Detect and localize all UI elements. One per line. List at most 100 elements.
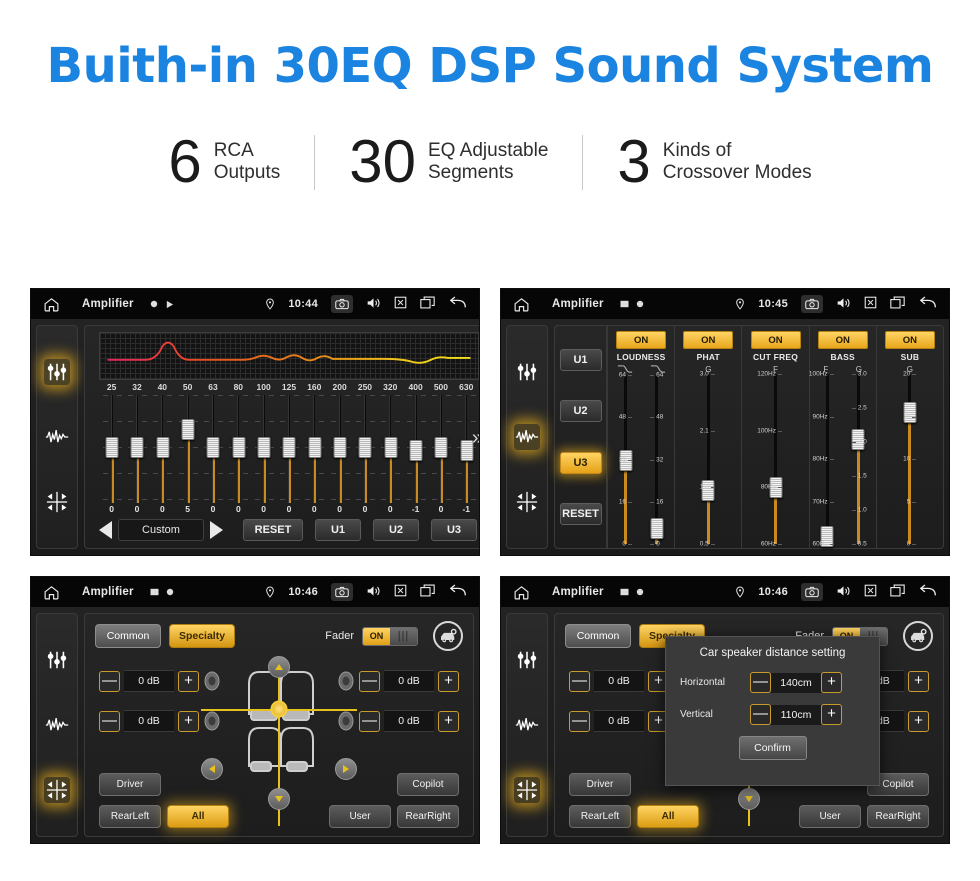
volume-icon[interactable] <box>836 584 851 601</box>
gain-minus-rear-left[interactable]: — <box>99 710 120 732</box>
eq-slider-bank[interactable] <box>99 395 479 503</box>
close-box-icon[interactable] <box>864 296 877 312</box>
eq-slider[interactable] <box>99 395 124 503</box>
back-arrow-icon[interactable] <box>918 295 937 313</box>
eq-slider[interactable] <box>352 395 377 503</box>
reset-button[interactable]: RESET <box>243 519 303 541</box>
position-preset-rearleft[interactable]: RearLeft <box>99 805 161 828</box>
eq-slider-knob[interactable] <box>181 418 195 440</box>
eq-slider[interactable] <box>175 395 200 503</box>
gain-minus-front-right[interactable]: — <box>359 670 380 692</box>
chevron-right-icon[interactable]: » <box>472 428 479 448</box>
position-preset-rearright[interactable]: RearRight <box>397 805 459 828</box>
eq-slider[interactable] <box>428 395 453 503</box>
gain-plus-rear-left[interactable]: + <box>178 710 199 732</box>
eq-slider[interactable] <box>226 395 251 503</box>
effect-toggle-bass[interactable]: ON <box>817 331 868 349</box>
next-preset-button[interactable] <box>210 521 223 539</box>
vertical-plus-button[interactable]: + <box>821 704 842 725</box>
equalizer-icon[interactable] <box>44 359 70 386</box>
gain-minus-front-left[interactable]: — <box>99 670 120 692</box>
move-up-button[interactable] <box>268 656 290 678</box>
balance-icon[interactable] <box>514 776 540 803</box>
effects-preset-u2-button[interactable]: U2 <box>559 400 602 423</box>
fader-bass-1[interactable]: 3.0 2.5 2.0 1.5 1.0 0.5 <box>843 371 873 548</box>
eq-slider[interactable] <box>251 395 276 503</box>
camera-icon[interactable] <box>801 295 823 313</box>
eq-slider[interactable] <box>378 395 403 503</box>
back-arrow-icon[interactable] <box>448 583 467 601</box>
eq-slider[interactable] <box>403 395 428 503</box>
effect-toggle-sub[interactable]: ON <box>884 331 935 349</box>
vertical-minus-button[interactable]: — <box>750 704 771 725</box>
home-icon[interactable] <box>513 584 530 601</box>
eq-slider-knob[interactable] <box>232 436 246 458</box>
eq-slider[interactable] <box>327 395 352 503</box>
eq-slider-knob[interactable] <box>358 436 372 458</box>
eq-slider-knob[interactable] <box>434 436 448 458</box>
fader-loudness-0[interactable]: 64 48 32 16 0 <box>611 372 641 548</box>
fader-toggle[interactable]: ON ||| <box>362 626 418 646</box>
position-preset-driver[interactable]: Driver <box>99 773 161 796</box>
eq-slider[interactable] <box>150 395 175 503</box>
back-arrow-icon[interactable] <box>448 295 467 313</box>
eq-slider[interactable] <box>200 395 225 503</box>
effects-preset-u1-button[interactable]: U1 <box>559 348 602 371</box>
horizontal-plus-button[interactable]: + <box>821 672 842 693</box>
waveform-icon[interactable] <box>514 423 540 450</box>
effects-preset-u3-button[interactable]: U3 <box>559 451 602 474</box>
balance-icon[interactable] <box>44 489 70 515</box>
eq-slider[interactable] <box>454 395 479 503</box>
balance-icon[interactable] <box>514 489 540 515</box>
home-icon[interactable] <box>513 296 530 313</box>
listening-position-handle[interactable] <box>270 700 288 718</box>
car-gear-icon[interactable] <box>433 621 463 651</box>
effect-toggle-loudness[interactable]: ON <box>616 331 667 349</box>
gain-plus-front-left[interactable]: + <box>178 670 199 692</box>
effects-preset-reset-button[interactable]: RESET <box>559 503 602 526</box>
preset-u2-button[interactable]: U2 <box>373 519 419 541</box>
fader-sub-0[interactable]: 20 15 10 5 0 <box>895 371 925 548</box>
effect-toggle-phat[interactable]: ON <box>683 331 734 349</box>
tab-common[interactable]: Common <box>95 624 161 648</box>
equalizer-icon[interactable] <box>44 647 70 673</box>
eq-slider-knob[interactable] <box>105 436 119 458</box>
eq-slider-knob[interactable] <box>333 436 347 458</box>
fader-cut-freq-0[interactable]: 120Hz 100Hz 80Hz 60Hz <box>757 371 791 548</box>
volume-icon[interactable] <box>366 584 381 601</box>
close-box-icon[interactable] <box>864 584 877 600</box>
fader-loudness-1[interactable]: 64 48 32 16 0 <box>642 372 672 548</box>
back-arrow-icon[interactable] <box>918 583 937 601</box>
equalizer-icon[interactable] <box>514 647 540 673</box>
camera-icon[interactable] <box>331 295 353 313</box>
vertical-stepper[interactable]: — 110cm + <box>750 704 842 725</box>
balance-icon[interactable] <box>44 776 70 803</box>
eq-slider-knob[interactable] <box>308 436 322 458</box>
position-preset-copilot[interactable]: Copilot <box>397 773 459 796</box>
recent-apps-icon[interactable] <box>420 296 435 312</box>
move-down-button[interactable] <box>268 788 290 810</box>
horizontal-stepper[interactable]: — 140cm + <box>750 672 842 693</box>
gain-plus-front-right[interactable]: + <box>438 670 459 692</box>
waveform-icon[interactable] <box>44 424 70 450</box>
confirm-button[interactable]: Confirm <box>738 736 807 760</box>
volume-icon[interactable] <box>366 296 381 313</box>
move-right-button[interactable] <box>334 758 357 780</box>
recent-apps-icon[interactable] <box>890 296 905 312</box>
eq-slider[interactable] <box>276 395 301 503</box>
close-box-icon[interactable] <box>394 296 407 312</box>
camera-icon[interactable] <box>801 583 823 601</box>
preset-u1-button[interactable]: U1 <box>315 519 361 541</box>
position-preset-user[interactable]: User <box>329 805 391 828</box>
gain-plus-rear-right[interactable]: + <box>438 710 459 732</box>
tab-specialty[interactable]: Specialty <box>169 624 235 648</box>
horizontal-minus-button[interactable]: — <box>750 672 771 693</box>
home-icon[interactable] <box>43 584 60 601</box>
equalizer-icon[interactable] <box>514 359 540 385</box>
position-preset-all[interactable]: All <box>167 805 229 828</box>
eq-slider-knob[interactable] <box>384 436 398 458</box>
eq-slider-knob[interactable] <box>257 436 271 458</box>
fader-phat-0[interactable]: 3.0 2.1 1.3 0.5 <box>693 371 723 548</box>
gain-minus-rear-right[interactable]: — <box>359 710 380 732</box>
eq-slider-knob[interactable] <box>156 436 170 458</box>
